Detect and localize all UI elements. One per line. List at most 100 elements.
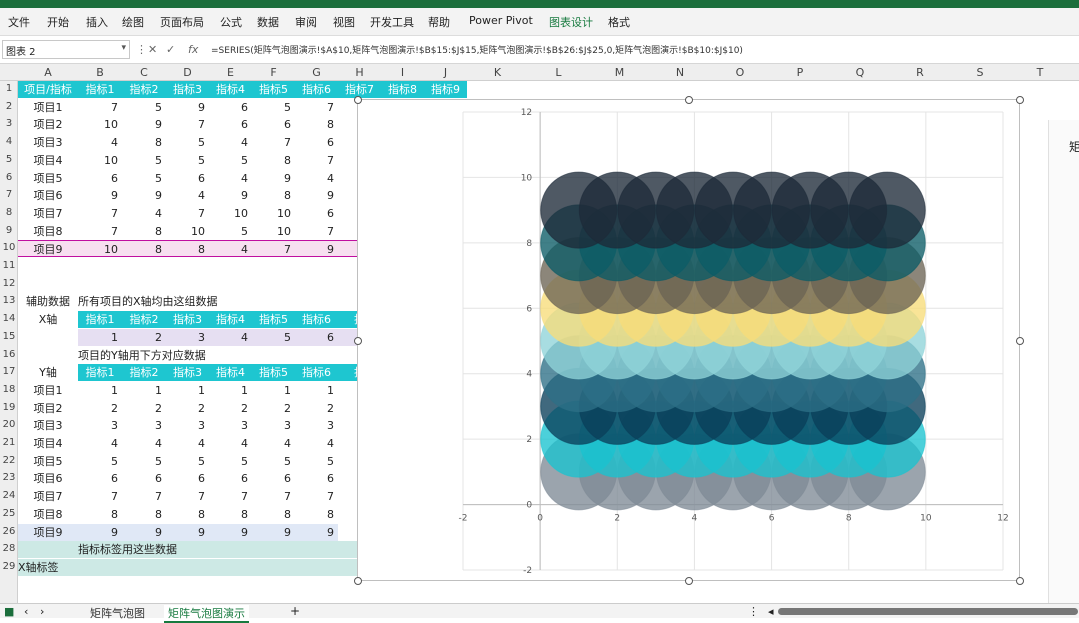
table-cell[interactable]: 4 xyxy=(209,170,252,187)
y-value[interactable]: 4 xyxy=(122,435,166,452)
y-header[interactable]: 指标3 xyxy=(166,364,209,382)
ribbon-tab-1[interactable]: 开始 xyxy=(47,14,69,30)
y-value[interactable]: 5 xyxy=(78,453,122,470)
y-value[interactable]: 8 xyxy=(252,506,295,523)
y-value[interactable]: 4 xyxy=(209,435,252,452)
ribbon-tab-6[interactable]: 数据 xyxy=(257,14,279,30)
table-cell[interactable]: 6 xyxy=(209,99,252,116)
next-sheet-icon[interactable]: › xyxy=(40,605,44,618)
row-header[interactable]: 7 xyxy=(0,189,18,200)
row-header[interactable]: 17 xyxy=(0,366,18,377)
resize-handle[interactable] xyxy=(1016,337,1024,345)
y-value[interactable]: 7 xyxy=(295,488,338,505)
mint-cell[interactable] xyxy=(18,541,78,559)
table-cell[interactable]: 10 xyxy=(78,116,122,133)
y-value[interactable]: 8 xyxy=(166,506,209,523)
ribbon-tab-8[interactable]: 视图 xyxy=(333,14,355,30)
table-cell[interactable]: 9 xyxy=(295,187,338,204)
row-label[interactable]: 项目7 xyxy=(18,205,78,222)
row-header[interactable]: 15 xyxy=(0,331,18,342)
table-cell[interactable]: 6 xyxy=(252,116,295,133)
y-value[interactable]: 2 xyxy=(78,400,122,417)
table-cell[interactable]: 5 xyxy=(122,99,166,116)
column-header[interactable]: E xyxy=(209,66,252,79)
row-label[interactable]: 项目1 xyxy=(18,99,78,116)
ribbon-tab-13[interactable]: 格式 xyxy=(608,14,630,30)
mint-cell[interactable] xyxy=(209,558,252,576)
table-cell[interactable]: 7 xyxy=(295,152,338,169)
table-cell[interactable]: 7 xyxy=(295,99,338,116)
column-header[interactable]: J xyxy=(424,66,467,79)
table-cell[interactable]: 4 xyxy=(209,240,252,258)
column-header[interactable]: G xyxy=(295,66,338,79)
table-cell[interactable]: 4 xyxy=(209,134,252,151)
row-label[interactable]: 项目1 xyxy=(18,382,78,399)
table-cell[interactable]: 10 xyxy=(252,205,295,222)
x-value[interactable]: 6 xyxy=(295,328,338,346)
table-header[interactable]: 指标1 xyxy=(78,81,122,98)
row-label[interactable]: 项目6 xyxy=(18,470,78,487)
column-header[interactable]: H xyxy=(338,66,381,79)
y-value[interactable]: 2 xyxy=(209,400,252,417)
ribbon-tab-5[interactable]: 公式 xyxy=(220,14,242,30)
table-header[interactable]: 项目/指标 xyxy=(18,81,78,98)
table-cell[interactable]: 7 xyxy=(78,223,122,240)
row-header[interactable]: 14 xyxy=(0,313,18,324)
resize-handle[interactable] xyxy=(685,96,693,104)
x-header[interactable]: 指标2 xyxy=(122,311,166,329)
fx-button[interactable]: fx xyxy=(188,43,198,56)
y-value[interactable]: 3 xyxy=(122,417,166,434)
y-value[interactable]: 8 xyxy=(209,506,252,523)
x-axis-label[interactable]: X轴 xyxy=(18,311,78,328)
y-value[interactable]: 6 xyxy=(209,470,252,487)
table-cell[interactable]: 5 xyxy=(166,152,209,169)
resize-handle[interactable] xyxy=(685,577,693,585)
row-header[interactable]: 23 xyxy=(0,472,18,483)
row-label[interactable]: 项目7 xyxy=(18,488,78,505)
y-value[interactable]: 4 xyxy=(252,435,295,452)
table-cell[interactable]: 6 xyxy=(295,134,338,151)
x-value[interactable]: 3 xyxy=(166,328,209,346)
y-value[interactable]: 6 xyxy=(166,470,209,487)
table-cell[interactable]: 8 xyxy=(122,134,166,151)
table-cell[interactable]: 4 xyxy=(78,134,122,151)
add-sheet-button[interactable]: + xyxy=(290,604,300,618)
y-value[interactable]: 2 xyxy=(295,400,338,417)
table-cell[interactable]: 6 xyxy=(295,205,338,222)
mint-cell[interactable] xyxy=(252,558,295,576)
table-header[interactable]: 指标4 xyxy=(209,81,252,98)
table-cell[interactable]: 8 xyxy=(166,240,209,258)
row-header[interactable]: 29 xyxy=(0,561,18,572)
table-cell[interactable]: 9 xyxy=(295,240,338,258)
y-value[interactable]: 5 xyxy=(166,453,209,470)
row-header[interactable]: 21 xyxy=(0,437,18,448)
y-value[interactable]: 6 xyxy=(252,470,295,487)
more-icon[interactable]: ⋮ xyxy=(748,605,759,618)
bubble-chart[interactable]: -2 0 2 4 6 8 10 12 -2 0 2 4 6 8 10 12 xyxy=(354,96,1024,585)
confirm-icon[interactable]: ✓ xyxy=(166,43,175,56)
y-value[interactable]: 3 xyxy=(252,417,295,434)
table-cell[interactable]: 8 xyxy=(122,223,166,240)
chevron-down-icon[interactable]: ▾ xyxy=(121,43,126,53)
row-header[interactable]: 12 xyxy=(0,278,18,289)
helper-note[interactable]: 所有项目的X轴均由这组数据 xyxy=(78,293,328,310)
table-cell[interactable]: 5 xyxy=(166,134,209,151)
row-header[interactable]: 9 xyxy=(0,225,18,236)
y-value[interactable]: 2 xyxy=(252,400,295,417)
column-header[interactable]: M xyxy=(589,66,650,79)
table-cell[interactable]: 6 xyxy=(78,170,122,187)
y-value[interactable]: 7 xyxy=(209,488,252,505)
table-cell[interactable]: 5 xyxy=(122,152,166,169)
x-value[interactable]: 1 xyxy=(78,328,122,346)
x-header[interactable]: 指标3 xyxy=(166,311,209,329)
row-header[interactable]: 16 xyxy=(0,349,18,360)
table-cell[interactable]: 5 xyxy=(122,170,166,187)
column-header[interactable]: N xyxy=(650,66,710,79)
y-value[interactable]: 3 xyxy=(295,417,338,434)
x-value[interactable]: 2 xyxy=(122,328,166,346)
y-value[interactable]: 1 xyxy=(252,382,295,399)
table-cell[interactable]: 10 xyxy=(166,223,209,240)
row-header[interactable]: 3 xyxy=(0,118,18,129)
y-value[interactable]: 6 xyxy=(122,470,166,487)
row-label[interactable]: 项目8 xyxy=(18,506,78,523)
